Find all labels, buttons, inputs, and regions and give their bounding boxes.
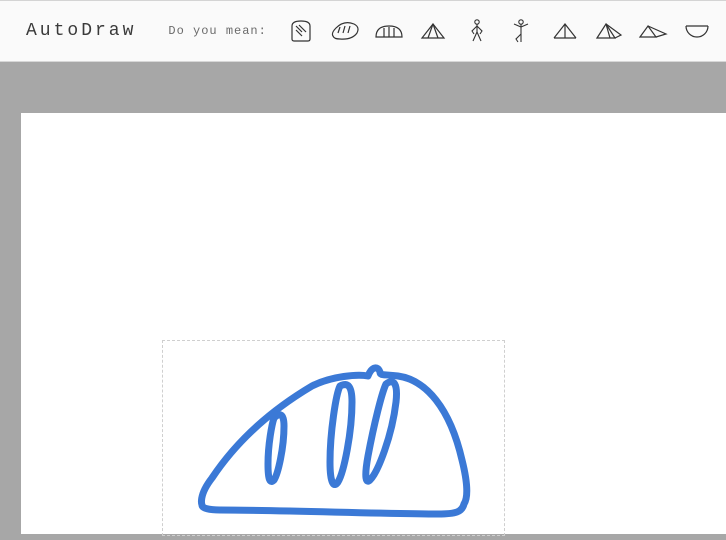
bread-slice-icon [288,18,314,44]
suggestion-onion[interactable] [719,9,726,53]
suggestion-tent-d[interactable] [631,9,675,53]
baguette-icon [330,21,360,41]
suggestion-watermelon-slice[interactable] [675,9,719,53]
tent-c-icon [595,21,623,41]
suggestion-yoga-standing[interactable] [499,9,543,53]
tent-a-icon [420,21,446,41]
suggestion-tent-a[interactable] [411,9,455,53]
yoga-pose-icon [467,18,487,44]
suggestion-bread-loaf[interactable] [367,9,411,53]
suggestion-yoga-pose[interactable] [455,9,499,53]
bread-loaf-icon [374,22,404,40]
suggestion-baguette[interactable] [323,9,367,53]
suggestion-tent-b[interactable] [543,9,587,53]
tent-d-icon [638,22,668,40]
yoga-standing-icon [510,18,532,44]
app-title: AutoDraw [26,21,136,41]
suggestion-tent-c[interactable] [587,9,631,53]
tent-b-icon [552,21,578,41]
watermelon-slice-icon [684,23,710,39]
user-drawing[interactable] [162,340,503,540]
top-toolbar: AutoDraw Do you mean: [0,0,726,62]
suggestion-prompt: Do you mean: [168,24,266,38]
drawing-canvas[interactable] [21,113,726,534]
suggestion-strip [279,9,726,53]
suggestion-bread-slice[interactable] [279,9,323,53]
